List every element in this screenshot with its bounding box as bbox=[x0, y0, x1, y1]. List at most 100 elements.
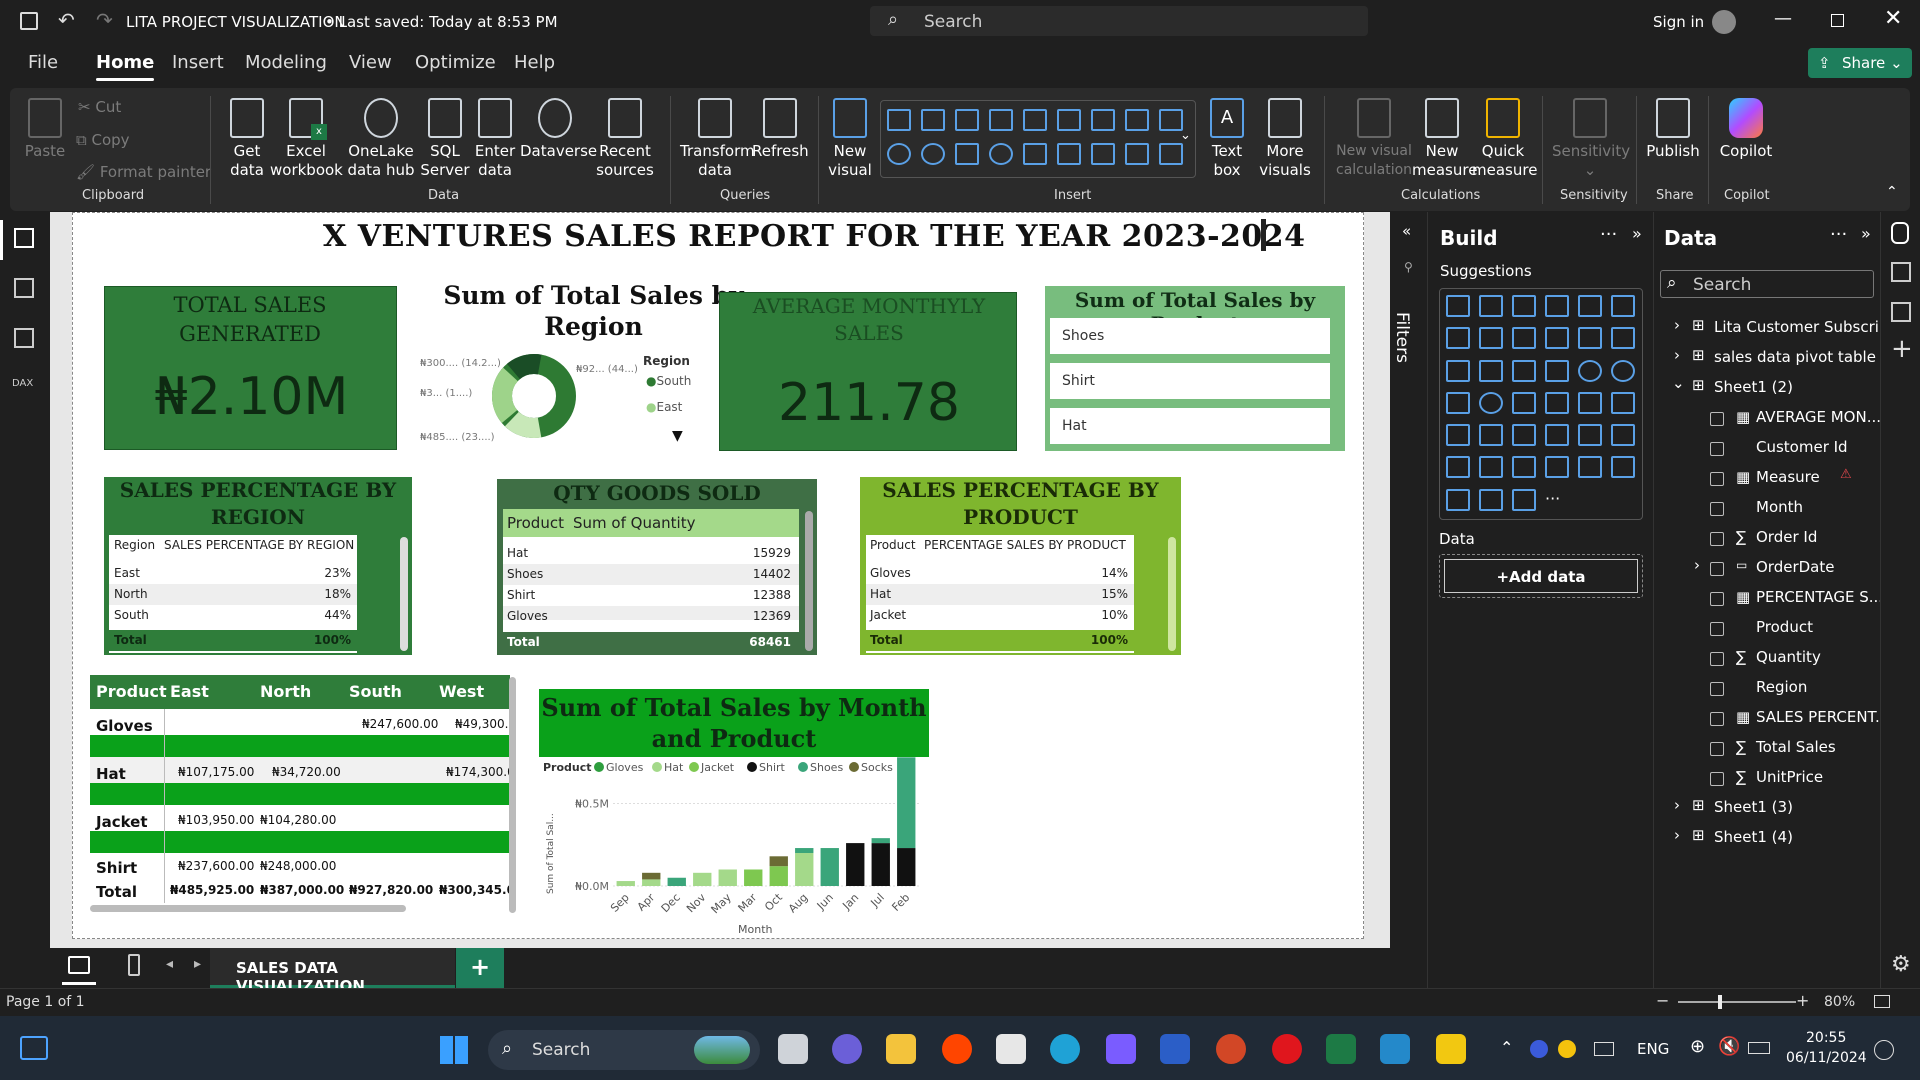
powerpoint-icon[interactable] bbox=[1216, 1034, 1246, 1064]
qa-icon[interactable] bbox=[1545, 456, 1569, 479]
multi-row-card-icon[interactable] bbox=[1091, 143, 1115, 165]
table-row[interactable]: Hat 15% bbox=[866, 584, 1134, 605]
table-visual-icon[interactable] bbox=[1545, 424, 1569, 447]
table-row[interactable]: Gloves 12369 bbox=[503, 606, 799, 620]
table-row[interactable]: Jacket 10% bbox=[866, 605, 1134, 626]
data-pane-icon[interactable] bbox=[1891, 222, 1909, 244]
waterfall-icon[interactable] bbox=[1479, 359, 1503, 382]
refresh-button[interactable]: Refresh bbox=[752, 98, 809, 161]
slicer-item-shirt[interactable]: Shirt bbox=[1050, 363, 1330, 399]
gauge-icon[interactable] bbox=[1023, 143, 1047, 165]
zoom-slider-thumb[interactable] bbox=[1718, 995, 1722, 1009]
build-pane-icon[interactable] bbox=[1891, 262, 1911, 282]
multi-row-card-icon[interactable] bbox=[1446, 424, 1470, 447]
funnel-icon[interactable] bbox=[1512, 359, 1536, 382]
power-apps-icon[interactable] bbox=[1479, 488, 1503, 511]
goals-icon[interactable] bbox=[1611, 456, 1635, 479]
file-explorer-icon[interactable] bbox=[886, 1034, 916, 1064]
more-visuals-icon[interactable]: ··· bbox=[1545, 489, 1571, 513]
treemap-icon[interactable] bbox=[955, 143, 979, 165]
zoom-out-icon[interactable]: − bbox=[1656, 991, 1669, 1010]
prev-page-icon[interactable]: ◂ bbox=[166, 956, 173, 972]
scrollbar[interactable] bbox=[1168, 537, 1176, 651]
maximize-icon[interactable] bbox=[1831, 14, 1844, 27]
column-header[interactable]: SALES PERCENTAGE BY REGION bbox=[164, 535, 354, 556]
text-box-button[interactable]: A Text box bbox=[1202, 98, 1252, 180]
format-pane-icon[interactable] bbox=[1891, 302, 1911, 322]
table-row[interactable]: East 23% bbox=[109, 563, 357, 584]
sign-in-link[interactable]: Sign in bbox=[1653, 13, 1704, 31]
key-influencers-icon[interactable] bbox=[1479, 456, 1503, 479]
volume-muted-icon[interactable]: 🔇 bbox=[1718, 1036, 1740, 1057]
table-row[interactable]: Gloves 14% bbox=[866, 563, 1134, 584]
column-header[interactable]: Region bbox=[114, 535, 155, 556]
share-button[interactable]: ⇪ Share ⌄ bbox=[1808, 48, 1912, 78]
slicer-icon[interactable] bbox=[1512, 424, 1536, 447]
more-visuals-button[interactable]: More visuals bbox=[1254, 98, 1316, 180]
month-product-chart[interactable]: Sum of Total Sales by Month and Product … bbox=[539, 689, 929, 939]
matrix-icon[interactable] bbox=[1578, 424, 1602, 447]
column-header[interactable]: Product bbox=[96, 675, 167, 709]
onelake-button[interactable]: OneLake data hub bbox=[344, 98, 418, 180]
page-tab-sales-data-visualization[interactable]: SALES DATA VISUALIZATION bbox=[210, 948, 455, 995]
menu-home[interactable]: Home bbox=[96, 52, 155, 81]
scrollbar[interactable] bbox=[805, 511, 813, 651]
global-search[interactable]: ⌕ Search bbox=[870, 6, 1368, 36]
table-row[interactable]: Shoes 14402 bbox=[503, 564, 799, 585]
line-column-icon[interactable] bbox=[1578, 327, 1602, 350]
transform-data-button[interactable]: Transform data bbox=[680, 98, 755, 180]
cut-button[interactable]: ✂ Cut bbox=[78, 98, 121, 117]
column-header[interactable]: East bbox=[170, 675, 209, 709]
store-icon[interactable] bbox=[996, 1034, 1026, 1064]
enter-data-button[interactable]: Enter data bbox=[470, 98, 520, 180]
azure-map-icon[interactable] bbox=[1545, 391, 1569, 414]
clustered-bar-icon[interactable] bbox=[955, 109, 979, 131]
desktop-layout-icon[interactable] bbox=[68, 956, 90, 974]
clock-time[interactable]: 20:55 bbox=[1806, 1030, 1846, 1046]
clustered-column-icon[interactable] bbox=[989, 109, 1013, 131]
clustered-bar-icon[interactable] bbox=[1512, 295, 1536, 317]
language-indicator[interactable]: ENG bbox=[1637, 1040, 1669, 1058]
sales-pct-product-table[interactable]: SALES PERCENTAGE BY PRODUCT Product PERCE… bbox=[860, 477, 1181, 655]
scrollbar[interactable] bbox=[400, 537, 408, 651]
map-icon[interactable] bbox=[989, 143, 1013, 165]
100-bar-icon[interactable] bbox=[1578, 295, 1602, 317]
column-header[interactable]: Product bbox=[507, 509, 564, 537]
format-painter-button[interactable]: 🖌 Format painter bbox=[76, 163, 211, 182]
more-options-icon[interactable]: ··· bbox=[1830, 224, 1847, 245]
matrix-row[interactable]: Gloves ₦247,600.00 ₦49,300.0 bbox=[90, 709, 510, 757]
add-page-button[interactable]: + bbox=[456, 948, 504, 988]
chevron-down-icon[interactable]: ⌄ bbox=[1180, 128, 1191, 143]
area-chart-icon[interactable] bbox=[1125, 109, 1149, 131]
new-measure-button[interactable]: New measure bbox=[1412, 98, 1477, 180]
clustered-column-icon[interactable] bbox=[1545, 295, 1569, 317]
expand-icon[interactable]: « bbox=[1402, 222, 1411, 240]
legend-scroll-down-icon[interactable]: ▼ bbox=[672, 428, 683, 444]
scatter-icon[interactable] bbox=[1545, 359, 1569, 382]
visual-gallery[interactable] bbox=[880, 100, 1196, 178]
paste-button[interactable]: Paste bbox=[22, 98, 68, 161]
collapse-ribbon-icon[interactable]: ⌃ bbox=[1886, 184, 1898, 200]
pie-icon[interactable] bbox=[1578, 359, 1602, 382]
card-icon[interactable] bbox=[1611, 391, 1635, 414]
menu-help[interactable]: Help bbox=[514, 52, 555, 73]
mobile-layout-icon[interactable] bbox=[128, 954, 140, 976]
chevron-down-icon[interactable]: ⌄ bbox=[535, 12, 546, 27]
column-header[interactable]: North bbox=[260, 675, 311, 709]
taskbar-search[interactable]: ⌕ Search bbox=[488, 1030, 760, 1070]
column-header[interactable]: PERCENTAGE SALES BY PRODUCT bbox=[924, 535, 1126, 556]
tray-app-icon[interactable] bbox=[1530, 1040, 1548, 1058]
card-icon[interactable] bbox=[1057, 143, 1081, 165]
word-icon[interactable] bbox=[1160, 1034, 1190, 1064]
stacked-column-icon[interactable] bbox=[1479, 295, 1503, 317]
donut-icon[interactable] bbox=[1611, 359, 1635, 382]
tray-chevron-icon[interactable]: ⌃ bbox=[1500, 1038, 1513, 1057]
battery-icon[interactable] bbox=[1748, 1042, 1770, 1054]
sales-pct-region-table[interactable]: SALES PERCENTAGE BY REGION Region SALES P… bbox=[104, 477, 412, 655]
publish-button[interactable]: Publish bbox=[1644, 98, 1702, 161]
treemap-icon[interactable] bbox=[1446, 391, 1470, 414]
decomposition-tree-icon[interactable] bbox=[1512, 456, 1536, 479]
vscode-icon[interactable] bbox=[1380, 1034, 1410, 1064]
slicer-item-hat[interactable]: Hat bbox=[1050, 408, 1330, 444]
kpi-icon[interactable] bbox=[1479, 424, 1503, 447]
